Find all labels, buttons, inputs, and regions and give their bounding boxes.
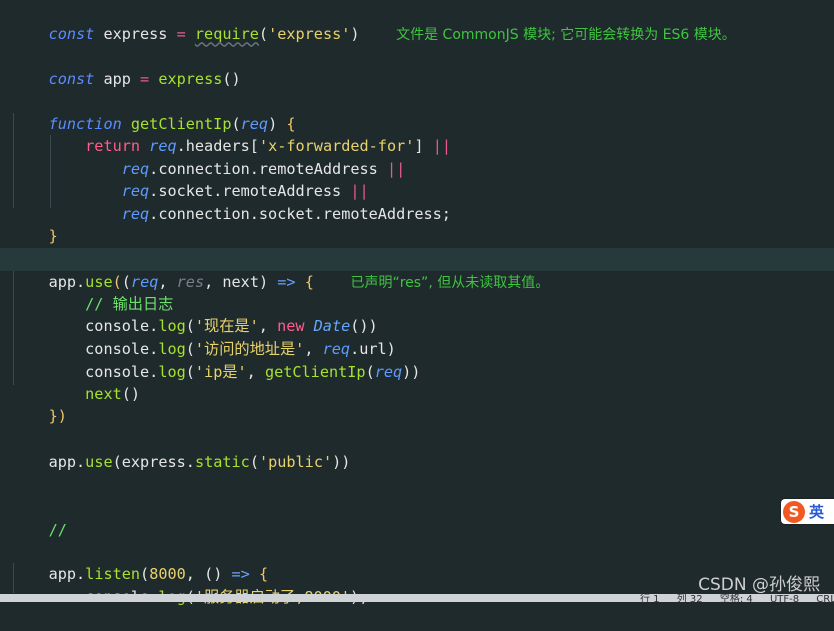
code-line-9: req.connection.socket.remoteAddress; [121,204,451,223]
status-spaces[interactable]: 空格: 4 [720,594,753,602]
code-line-23: // [48,520,67,539]
ime-indicator[interactable]: S 英 [781,499,834,524]
sogou-logo-icon: S [783,500,805,523]
code-editor[interactable]: const express = require('express') 文件是 C… [0,0,834,606]
code-line-5: function getClientIp(req) { [48,114,296,133]
code-line-14: console.log('现在是', new Date()) [48,316,378,335]
code-line-16: console.log('ip是', getClientIp(req)) [48,362,421,381]
code-line-7: req.connection.remoteAddress || [121,159,406,178]
code-line-20: app.use(express.static('public')) [48,452,351,471]
code-line-10: } [48,226,58,245]
code-line-6: return req.headers['x-forwarded-for'] || [48,136,451,155]
code-line-13: // 输出日志 [85,294,174,313]
status-encoding[interactable]: UTF-8 [770,594,799,602]
status-col[interactable]: 列 32 [677,594,703,602]
code-line-12: app.use((req, res, next) => { 已声明“res”, … [0,248,834,291]
status-bar: 行 1 列 32 空格: 4 UTF-8 CRLF Ja [0,594,834,602]
code-line-26: console.log('服务器启动了,8000'); [12,563,368,606]
code-line-8: req.socket.remoteAddress || [121,181,369,200]
code-line-25: app.listen(8000, () => { [48,564,269,583]
watermark: CSDN @孙俊熙 [698,575,820,595]
unused-res-hint: 已声明“res”, 但从未读取其值。 [350,274,550,291]
code-line-3: const app = express() [48,69,241,88]
commonjs-hint: 文件是 CommonJS 模块; 它可能会转换为 ES6 模块。 [396,26,736,43]
module-string: 'express' [268,24,351,43]
status-line[interactable]: 行 1 [640,594,660,602]
ime-mode-label: 英 [809,503,825,521]
require-call: require [194,24,259,43]
code-line-18: }) [48,406,67,425]
code-line-15: console.log('访问的地址是', req.url) [48,339,396,358]
code-line-1: const express = require('express') 文件是 C… [48,24,736,43]
status-eol[interactable]: CRLF [816,594,834,602]
code-line-17: next() [85,384,141,403]
